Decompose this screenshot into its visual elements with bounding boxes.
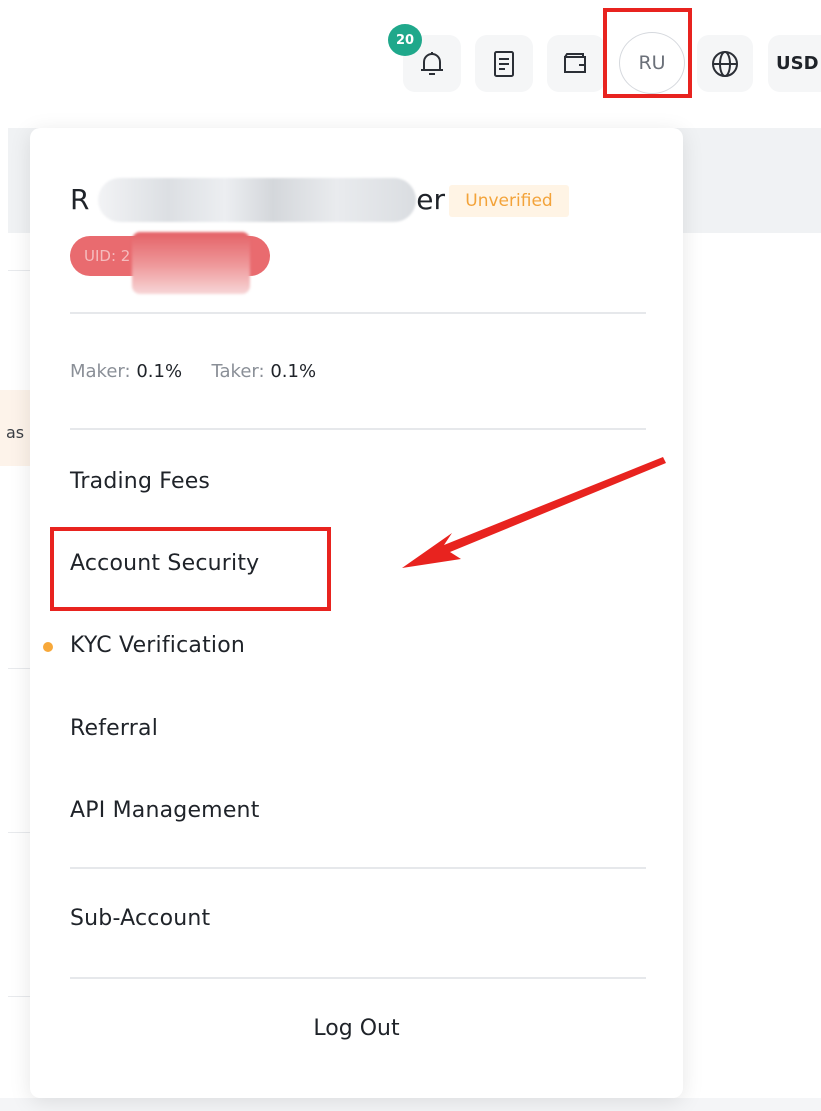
background-footer-strip: [0, 1098, 821, 1111]
divider: [70, 312, 646, 314]
username-start: R: [70, 183, 90, 216]
wallet-button[interactable]: [547, 35, 605, 92]
orders-button[interactable]: [475, 35, 533, 92]
account-security-highlight-box: [50, 527, 331, 611]
background-partial-text: as: [6, 423, 25, 442]
currency-label: USD: [776, 53, 819, 74]
menu-item-api-management[interactable]: API Management: [70, 798, 260, 823]
avatar-highlight-box: [603, 8, 692, 98]
logout-button[interactable]: Log Out: [30, 1016, 683, 1041]
taker-fee-value: 0.1%: [270, 361, 317, 382]
globe-icon: [710, 49, 740, 79]
divider: [70, 977, 646, 979]
uid-label: UID: 2: [84, 247, 131, 265]
menu-item-referral[interactable]: Referral: [70, 716, 158, 741]
uid-redaction: [132, 232, 250, 294]
document-list-icon: [492, 50, 516, 78]
username-redaction: [98, 178, 416, 222]
bell-icon: [418, 49, 446, 79]
taker-fee-label: Taker:: [211, 361, 265, 382]
divider: [70, 428, 646, 430]
maker-fee-value: 0.1%: [136, 361, 183, 382]
menu-item-sub-account[interactable]: Sub-Account: [70, 906, 210, 931]
wallet-icon: [562, 52, 590, 76]
account-dropdown-menu: R er Unverified UID: 2 Maker: 0.1% Taker…: [30, 128, 683, 1098]
username-end: er: [416, 183, 445, 216]
language-button[interactable]: [697, 35, 753, 92]
menu-item-kyc-verification[interactable]: KYC Verification: [70, 633, 245, 658]
menu-item-trading-fees[interactable]: Trading Fees: [70, 469, 210, 494]
fee-rates: Maker: 0.1% Taker: 0.1%: [70, 361, 316, 382]
top-header: 20 RU USD: [0, 0, 821, 128]
divider: [70, 867, 646, 869]
currency-button[interactable]: USD: [768, 35, 821, 92]
notification-count-badge: 20: [388, 24, 422, 56]
verification-status-badge: Unverified: [449, 185, 569, 217]
maker-fee-label: Maker:: [70, 361, 131, 382]
kyc-pending-dot: [43, 642, 53, 652]
